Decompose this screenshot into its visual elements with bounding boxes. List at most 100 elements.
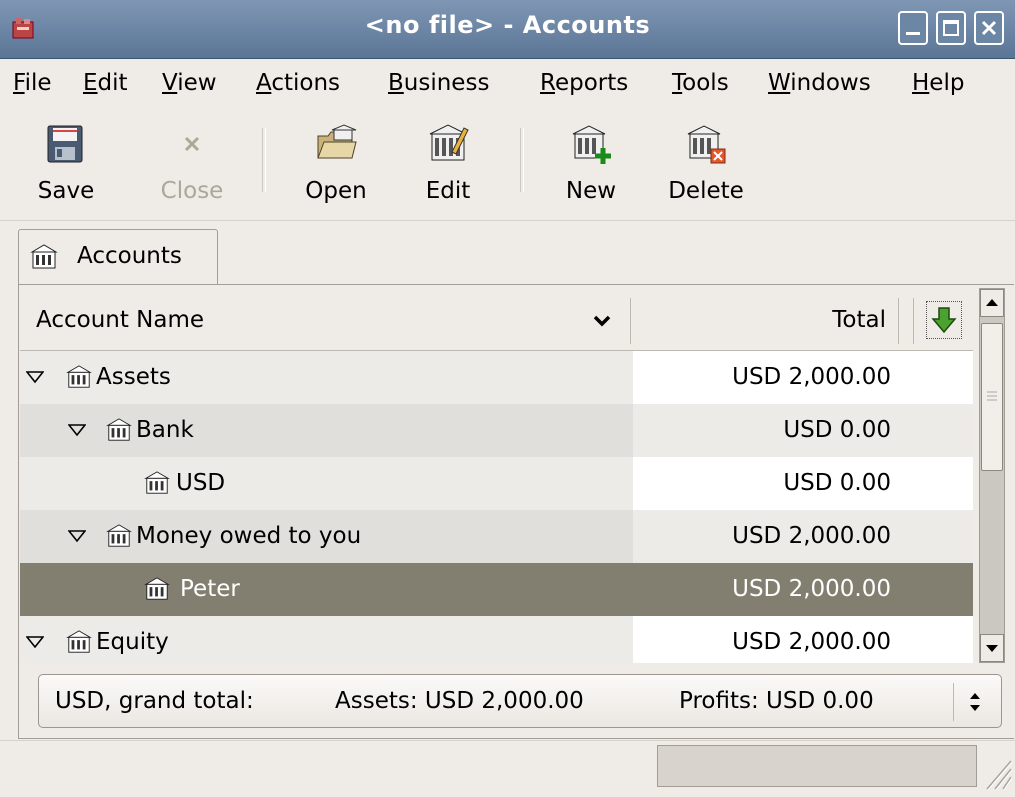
menu-tools[interactable]: Tools [672,70,729,96]
new-button[interactable]: New [556,122,626,204]
menu-bar: File Edit View Actions Business Reports … [0,58,1015,110]
scroll-down-button[interactable] [980,634,1004,662]
toolbar: Save Close Open Edit New Delete [0,110,1015,221]
close-button[interactable]: Close [150,122,234,204]
window-title: <no file> - Accounts [364,11,651,39]
expander-open-icon[interactable] [26,370,44,384]
account-total: USD 2,000.00 [732,576,891,602]
menu-edit[interactable]: Edit [83,70,128,96]
account-icon [144,471,170,494]
account-total: USD 0.00 [783,470,891,496]
open-button[interactable]: Open [294,122,378,204]
delete-button[interactable]: Delete [658,122,754,204]
summary-assets: Assets: USD 2,000.00 [335,688,584,714]
minimize-icon [906,32,920,35]
expander-open-icon[interactable] [68,423,86,437]
menu-actions[interactable]: Actions [256,70,340,96]
grip-lines-icon [987,391,997,401]
maximize-icon [943,20,959,36]
vertical-scrollbar[interactable] [979,288,1005,663]
expander-open-icon[interactable] [68,529,86,543]
arrow-down-icon [931,307,957,334]
edit-button[interactable]: Edit [416,122,480,204]
total-cell: USD 2,000.00 [633,351,973,404]
delete-account-icon [687,125,726,164]
resize-grip-icon[interactable] [983,755,1013,791]
toolbar-separator [520,128,524,192]
account-icon [30,244,58,269]
account-total: USD 2,000.00 [732,364,891,390]
arrow-down-small-icon [986,645,998,652]
total-cell: USD 0.00 [633,404,973,457]
account-row-peter[interactable]: Peter USD 2,000.00 [20,563,973,616]
menu-help[interactable]: Help [912,70,964,96]
name-cell: Equity [20,616,633,663]
toolbar-separator [262,128,266,192]
account-icon [66,630,92,653]
account-name: USD [176,470,226,496]
minimize-button[interactable] [898,11,928,45]
account-total: USD 2,000.00 [732,629,891,655]
arrow-up-icon [986,299,998,306]
summary-bar[interactable]: USD, grand total: Assets: USD 2,000.00 P… [38,674,1002,728]
summary-profits: Profits: USD 0.00 [679,688,874,714]
chevron-down-icon[interactable] [592,311,612,331]
menu-reports[interactable]: Reports [540,70,628,96]
save-button[interactable]: Save [26,122,106,204]
column-selector-button[interactable] [926,301,962,339]
account-row-assets[interactable]: Assets USD 2,000.00 [20,351,973,404]
account-name: Bank [136,417,194,443]
maximize-button[interactable] [936,11,966,45]
total-cell: USD 0.00 [633,457,973,510]
account-row-bank[interactable]: Bank USD 0.00 [20,404,973,457]
summary-separator [953,683,954,721]
account-total: USD 2,000.00 [732,523,891,549]
column-separator [913,298,914,344]
account-name: Peter [180,576,240,602]
account-icon [144,577,170,600]
menu-file[interactable]: File [13,70,52,96]
close-icon [981,20,997,36]
status-bar [0,740,1015,797]
tree-header: Account Name Total [20,292,973,351]
name-cell: USD [20,457,633,510]
menu-view[interactable]: View [162,70,217,96]
name-cell: Bank [20,404,633,457]
name-cell: Money owed to you [20,510,633,563]
account-name: Equity [96,629,169,655]
column-separator [898,298,899,344]
up-down-arrows-icon[interactable] [965,689,985,715]
open-folder-icon [317,124,357,159]
column-header-account-name[interactable]: Account Name [36,307,204,333]
expander-open-icon[interactable] [26,635,44,649]
title-bar[interactable]: <no file> - Accounts [0,0,1015,59]
account-name: Money owed to you [136,523,362,549]
account-total: USD 0.00 [783,417,891,443]
scroll-up-button[interactable] [980,289,1004,317]
account-name: Assets [96,364,171,390]
account-icon [66,365,92,388]
column-separator [630,298,631,344]
floppy-disk-icon [47,125,83,163]
account-icon [106,524,132,547]
column-header-total[interactable]: Total [634,307,886,333]
new-account-icon [572,125,611,164]
total-cell: USD 2,000.00 [633,510,973,563]
total-cell: USD 2,000.00 [633,563,973,616]
menu-windows[interactable]: Windows [768,70,871,96]
scrollbar-thumb[interactable] [981,323,1003,471]
close-window-button[interactable] [974,11,1004,45]
edit-account-icon [429,124,469,161]
progress-bar [657,745,977,787]
menu-business[interactable]: Business [388,70,489,96]
account-row-money-owed[interactable]: Money owed to you USD 2,000.00 [20,510,973,563]
account-row-equity[interactable]: Equity USD 2,000.00 [20,616,973,663]
tab-accounts[interactable]: Accounts [18,229,218,285]
total-cell: USD 2,000.00 [633,616,973,663]
account-row-usd[interactable]: USD USD 0.00 [20,457,973,510]
name-cell: Peter [20,563,633,616]
main-window: <no file> - Accounts File Edit View Acti… [0,0,1015,796]
account-icon [106,418,132,441]
close-x-icon [184,136,200,152]
summary-currency-label: USD, grand total: [55,688,254,714]
